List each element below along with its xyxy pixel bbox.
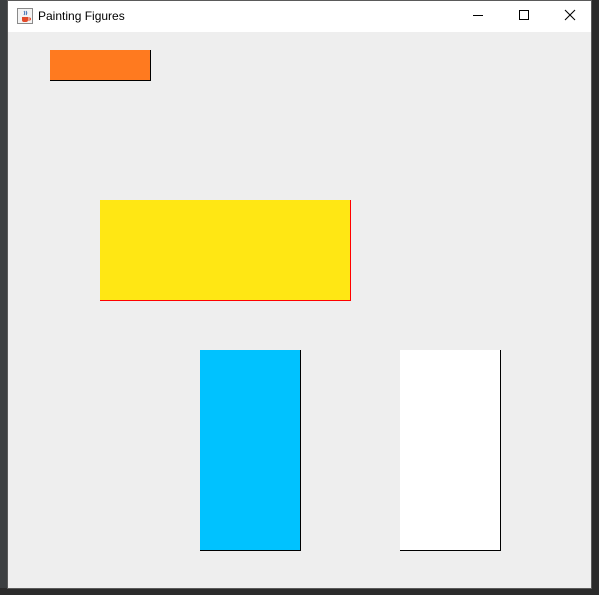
maximize-icon <box>518 8 530 26</box>
java-cup-icon <box>17 8 33 24</box>
orange-rectangle <box>50 50 151 81</box>
minimize-icon <box>472 8 484 26</box>
background-ide-console <box>0 588 599 595</box>
close-button[interactable] <box>547 1 593 32</box>
close-icon <box>564 8 576 26</box>
title-bar[interactable]: Painting Figures <box>8 1 591 32</box>
painting-figures-window: Painting Figures <box>7 0 592 589</box>
drawing-canvas <box>8 32 591 588</box>
window-title: Painting Figures <box>38 9 125 23</box>
minimize-button[interactable] <box>455 1 501 32</box>
white-rectangle <box>400 350 501 551</box>
yellow-rectangle <box>100 200 351 301</box>
maximize-button[interactable] <box>501 1 547 32</box>
blue-rectangle <box>200 350 301 551</box>
